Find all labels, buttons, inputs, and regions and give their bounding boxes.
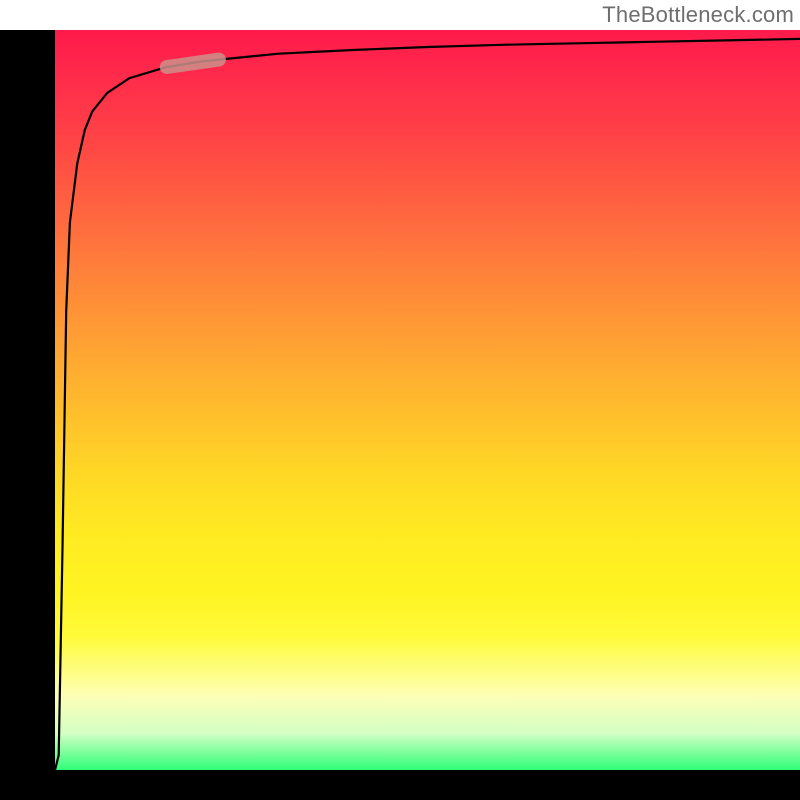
curve-path — [55, 39, 800, 770]
curve-highlight — [167, 60, 219, 67]
axis-x-frame — [0, 770, 800, 800]
watermark-text: TheBottleneck.com — [602, 2, 794, 28]
plot-area — [55, 30, 800, 770]
chart-container: TheBottleneck.com — [0, 0, 800, 800]
curve-svg — [55, 30, 800, 770]
axis-y-frame — [0, 30, 55, 770]
